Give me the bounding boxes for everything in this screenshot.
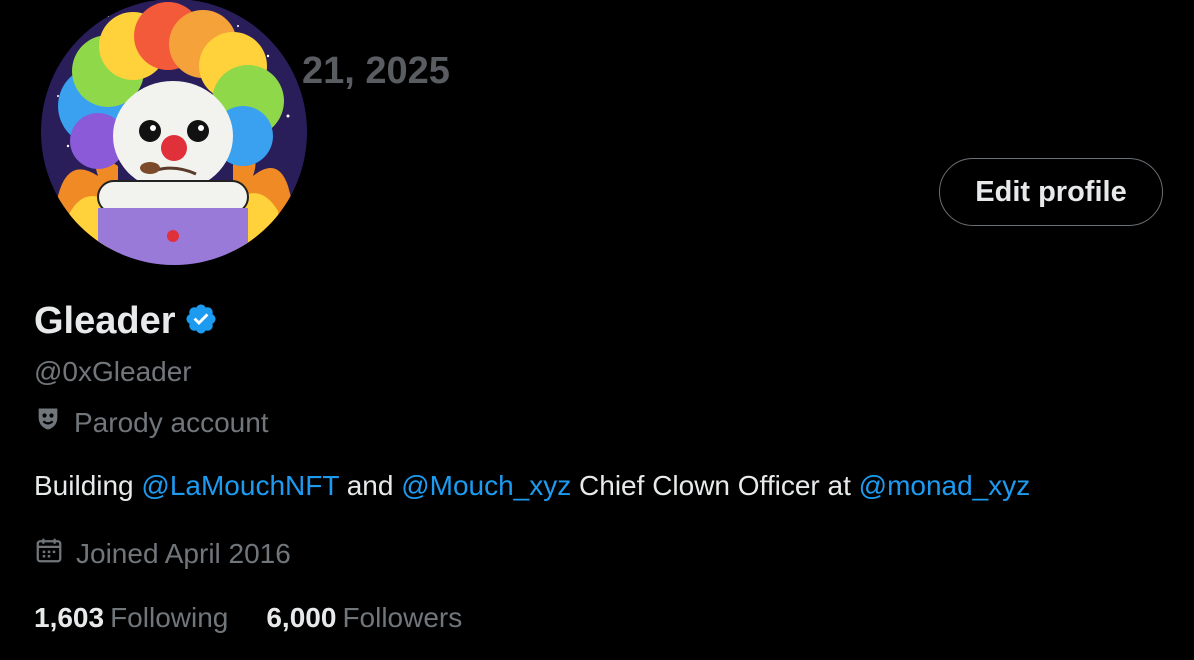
clown-avatar-image bbox=[41, 0, 307, 265]
joined-date: Joined April 2016 bbox=[34, 535, 291, 572]
bio-mention-monad-xyz[interactable]: @monad_xyz bbox=[859, 470, 1031, 501]
following-link[interactable]: 1,603 Following bbox=[34, 602, 228, 634]
followers-link[interactable]: 6,000 Followers bbox=[266, 602, 462, 634]
bio-mention-lamouchnft[interactable]: @LaMouchNFT bbox=[141, 470, 339, 501]
edit-profile-button[interactable]: Edit profile bbox=[939, 158, 1163, 226]
bio-mention-mouch-xyz[interactable]: @Mouch_xyz bbox=[401, 470, 571, 501]
profile-name-row: Gleader bbox=[34, 300, 218, 343]
parody-account-label: Parody account bbox=[34, 405, 269, 440]
following-label: Following bbox=[110, 602, 229, 633]
following-count: 1,603 bbox=[34, 602, 105, 633]
profile-handle: @0xGleader bbox=[34, 356, 192, 387]
calendar-icon bbox=[34, 535, 64, 572]
followers-count: 6,000 bbox=[266, 602, 337, 633]
theater-mask-icon bbox=[34, 405, 62, 440]
profile-display-name: Gleader bbox=[34, 300, 176, 342]
profile-avatar[interactable] bbox=[38, 0, 310, 268]
parody-text: Parody account bbox=[74, 406, 269, 438]
joined-text: Joined April 2016 bbox=[76, 537, 291, 569]
bio-text: and bbox=[338, 470, 402, 501]
bio-text: Chief Clown Officer at bbox=[571, 470, 859, 501]
profile-stats: 1,603 Following 6,000 Followers bbox=[34, 602, 462, 634]
verified-badge-icon[interactable] bbox=[184, 302, 218, 341]
followers-label: Followers bbox=[342, 602, 463, 633]
bio-text: Building bbox=[34, 470, 142, 501]
profile-bio: Building @LaMouchNFT and @Mouch_xyz Chie… bbox=[34, 470, 1030, 502]
